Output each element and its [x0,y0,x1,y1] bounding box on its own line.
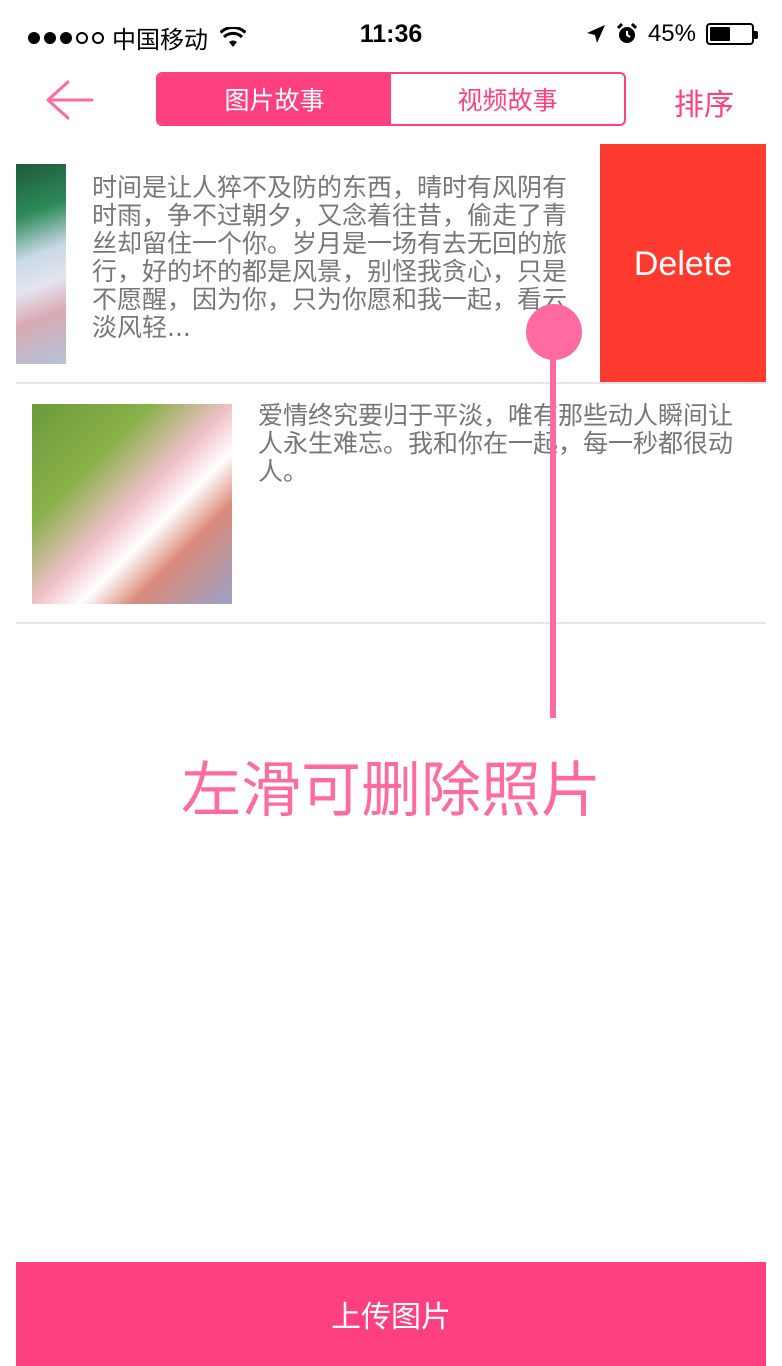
battery-icon [706,23,758,45]
swipe-pointer-line [550,332,556,718]
delete-button[interactable]: Delete [600,144,766,384]
navigation-bar: 图片故事 视频故事 排序 [0,72,782,144]
story-text: 爱情终究要归于平淡，唯有那些动人瞬间让人永生难忘。我和你在一起，每一秒都很动人。 [258,401,734,486]
tab-photo-story[interactable]: 图片故事 [158,74,391,124]
tab-video-story[interactable]: 视频故事 [391,74,624,124]
location-arrow-icon [586,25,605,43]
status-right: 45% [586,20,758,48]
alarm-icon [616,23,638,43]
list-item[interactable]: 爱情终究要归于平淡，唯有那些动人瞬间让人永生难忘。我和你在一起，每一秒都很动人。 [0,384,782,624]
back-arrow-icon [46,80,94,120]
divider [16,622,766,624]
story-thumbnail [16,164,66,364]
list-item[interactable]: 时间是让人猝不及防的东西，晴时有风阴有时雨，争不过朝夕，又念着往昔，偷走了青丝却… [0,144,782,384]
story-text: 时间是让人猝不及防的东西，晴时有风阴有时雨，争不过朝夕，又念着往昔，偷走了青丝却… [92,173,568,342]
status-bar: 中国移动 11:36 45% [0,0,782,72]
story-thumbnail [32,404,232,604]
back-button[interactable] [44,78,96,122]
battery-percent: 45% [647,20,696,47]
story-type-tabs: 图片故事 视频故事 [156,72,626,126]
swipe-hint-text: 左滑可删除照片 [181,756,601,826]
sort-button[interactable]: 排序 [674,80,734,124]
upload-photo-button[interactable]: 上传图片 [16,1262,766,1366]
